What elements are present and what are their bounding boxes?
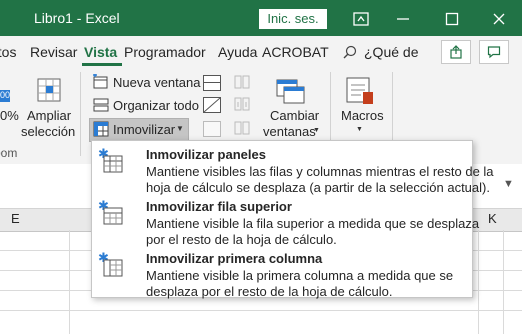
sign-in-button[interactable]: Inic. ses. <box>259 9 327 29</box>
zoom-100-icon[interactable]: 00 <box>0 90 10 102</box>
comment-icon <box>487 46 501 59</box>
reset-window-position-icon <box>234 121 250 135</box>
new-window-button[interactable]: Nueva ventana <box>113 75 200 90</box>
ampliar-label-line2[interactable]: selección <box>21 124 75 139</box>
grid-line <box>478 230 479 334</box>
column-header-k[interactable]: K <box>488 211 497 226</box>
tab-revisar[interactable]: Revisar <box>30 44 77 60</box>
ribbon-separator <box>80 72 81 156</box>
macros-icon[interactable] <box>344 76 376 106</box>
freeze-first-column-desc: desplaza por el resto de la hoja de cálc… <box>146 284 393 299</box>
freeze-panes-option-icon: ✱ <box>98 147 124 174</box>
comments-button[interactable] <box>479 40 509 64</box>
view-side-by-side-icon <box>234 75 250 89</box>
switch-windows-label-line2[interactable]: ventanas <box>263 124 316 139</box>
freeze-panes-option-title: Inmovilizar paneles <box>146 147 266 162</box>
freeze-first-column-title: Inmovilizar primera columna <box>146 251 323 266</box>
freeze-top-row-desc: Mantiene visible la fila superior a medi… <box>146 216 480 231</box>
freeze-panes-option-desc: Mantiene visibles las filas y columnas m… <box>146 164 494 179</box>
grid-line <box>69 230 70 334</box>
ribbon-display-options-icon[interactable] <box>350 8 372 30</box>
split-icon[interactable] <box>203 75 221 91</box>
grid-line <box>503 230 504 334</box>
synchronous-scrolling-icon <box>234 97 250 111</box>
window-title: Libro1 - Excel <box>34 10 120 26</box>
freeze-first-column-icon: ✱ <box>98 251 124 278</box>
tell-me-input[interactable]: ¿Qué de <box>364 44 418 60</box>
hide-icon[interactable] <box>203 97 221 113</box>
freeze-top-row-title: Inmovilizar fila superior <box>146 199 292 214</box>
freeze-panes-icon <box>93 121 109 137</box>
close-icon[interactable] <box>488 8 510 30</box>
freeze-top-row-icon: ✱ <box>98 199 124 226</box>
chevron-down-icon: ▼ <box>356 126 363 133</box>
expand-formula-bar-icon[interactable]: ▼ <box>503 178 514 190</box>
switch-windows-icon[interactable] <box>275 78 307 106</box>
share-icon <box>450 45 462 59</box>
grid-line <box>0 310 522 311</box>
freeze-panes-label: Inmovilizar <box>113 122 176 137</box>
tab-vista[interactable]: Vista <box>84 44 117 60</box>
zoom-100-label: 00 <box>0 90 11 100</box>
chevron-down-icon: ▼ <box>176 124 184 133</box>
ampliar-seleccion-icon[interactable] <box>34 76 64 104</box>
unhide-icon <box>203 121 221 137</box>
freeze-top-row-desc: por el resto de la hoja de cálculo. <box>146 232 337 247</box>
minimize-icon[interactable] <box>392 8 414 30</box>
switch-windows-label-line1[interactable]: Cambiar <box>270 108 319 123</box>
new-window-icon[interactable] <box>92 73 110 90</box>
tab-acrobat[interactable]: ACROBAT <box>262 44 329 60</box>
chevron-down-icon: ▼ <box>313 127 320 134</box>
lightbulb-search-icon[interactable] <box>343 45 357 59</box>
tab-ayuda[interactable]: Ayuda <box>218 44 257 60</box>
arrange-all-icon[interactable] <box>92 97 110 113</box>
zoom-group-label: oom <box>0 146 18 160</box>
arrange-all-button[interactable]: Organizar todo <box>113 98 199 113</box>
maximize-icon[interactable] <box>441 8 463 30</box>
tab-programador[interactable]: Programador <box>124 44 206 60</box>
macros-label[interactable]: Macros <box>341 108 384 123</box>
column-header-e[interactable]: E <box>11 211 20 226</box>
tab-datos[interactable]: atos <box>0 44 16 60</box>
ampliar-label-line1[interactable]: Ampliar <box>27 108 71 123</box>
share-button[interactable] <box>441 40 471 64</box>
freeze-first-column-desc: Mantiene visible la primera columna a me… <box>146 268 454 283</box>
zoom-percent-label[interactable]: 0% <box>0 108 19 123</box>
freeze-panes-option-desc: hoja de cálculo se desplaza (a partir de… <box>146 180 490 195</box>
